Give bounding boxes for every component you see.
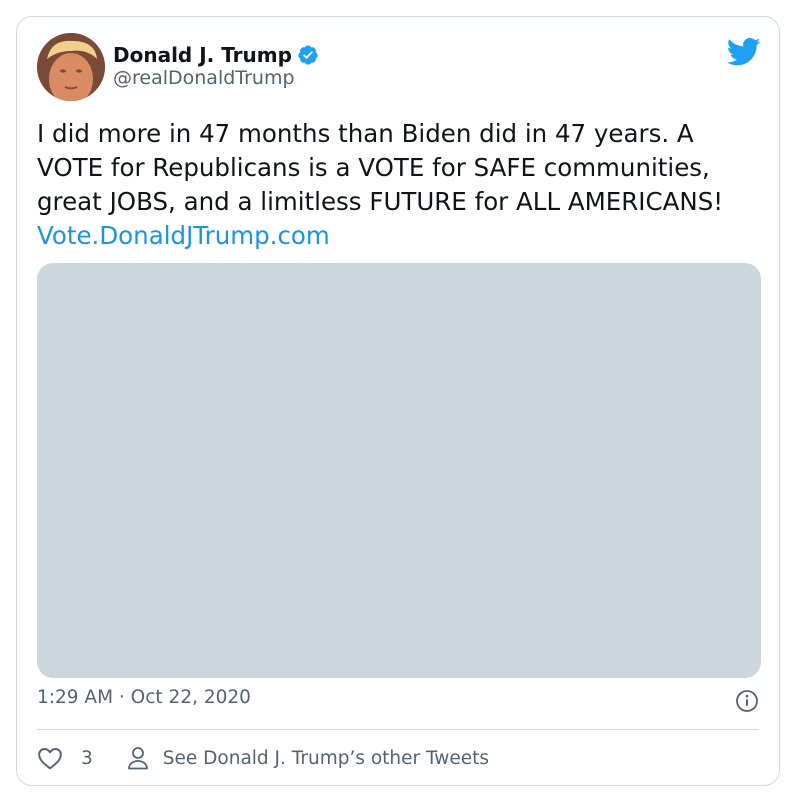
tweet-actions: 3 See Donald J. Trump’s other Tweets	[37, 743, 489, 773]
person-icon	[127, 747, 148, 770]
tweet-link[interactable]: Vote.DonaldJTrump.com	[37, 221, 330, 250]
tweet-text: I did more in 47 months than Biden did i…	[37, 117, 761, 253]
name-row: Donald J. Trump	[113, 41, 319, 69]
other-tweets-link[interactable]: See Donald J. Trump’s other Tweets	[127, 746, 489, 770]
divider	[37, 729, 759, 730]
like-button[interactable]: 3	[37, 746, 93, 770]
other-tweets-label: See Donald J. Trump’s other Tweets	[162, 747, 490, 769]
user-handle[interactable]: @realDonaldTrump	[113, 67, 295, 89]
tweet-timestamp[interactable]: 1:29 AM · Oct 22, 2020	[37, 687, 251, 708]
avatar[interactable]	[37, 33, 105, 101]
heart-icon	[38, 748, 62, 770]
verified-badge-icon	[298, 45, 318, 65]
twitter-bird-icon[interactable]	[727, 37, 761, 67]
media-placeholder[interactable]	[37, 263, 761, 678]
tweet-body: I did more in 47 months than Biden did i…	[37, 119, 724, 216]
like-count: 3	[81, 747, 93, 769]
display-name[interactable]: Donald J. Trump	[113, 43, 292, 67]
info-icon[interactable]	[735, 689, 759, 713]
tweet-card: Donald J. Trump @realDonaldTrump I did m…	[16, 16, 780, 786]
